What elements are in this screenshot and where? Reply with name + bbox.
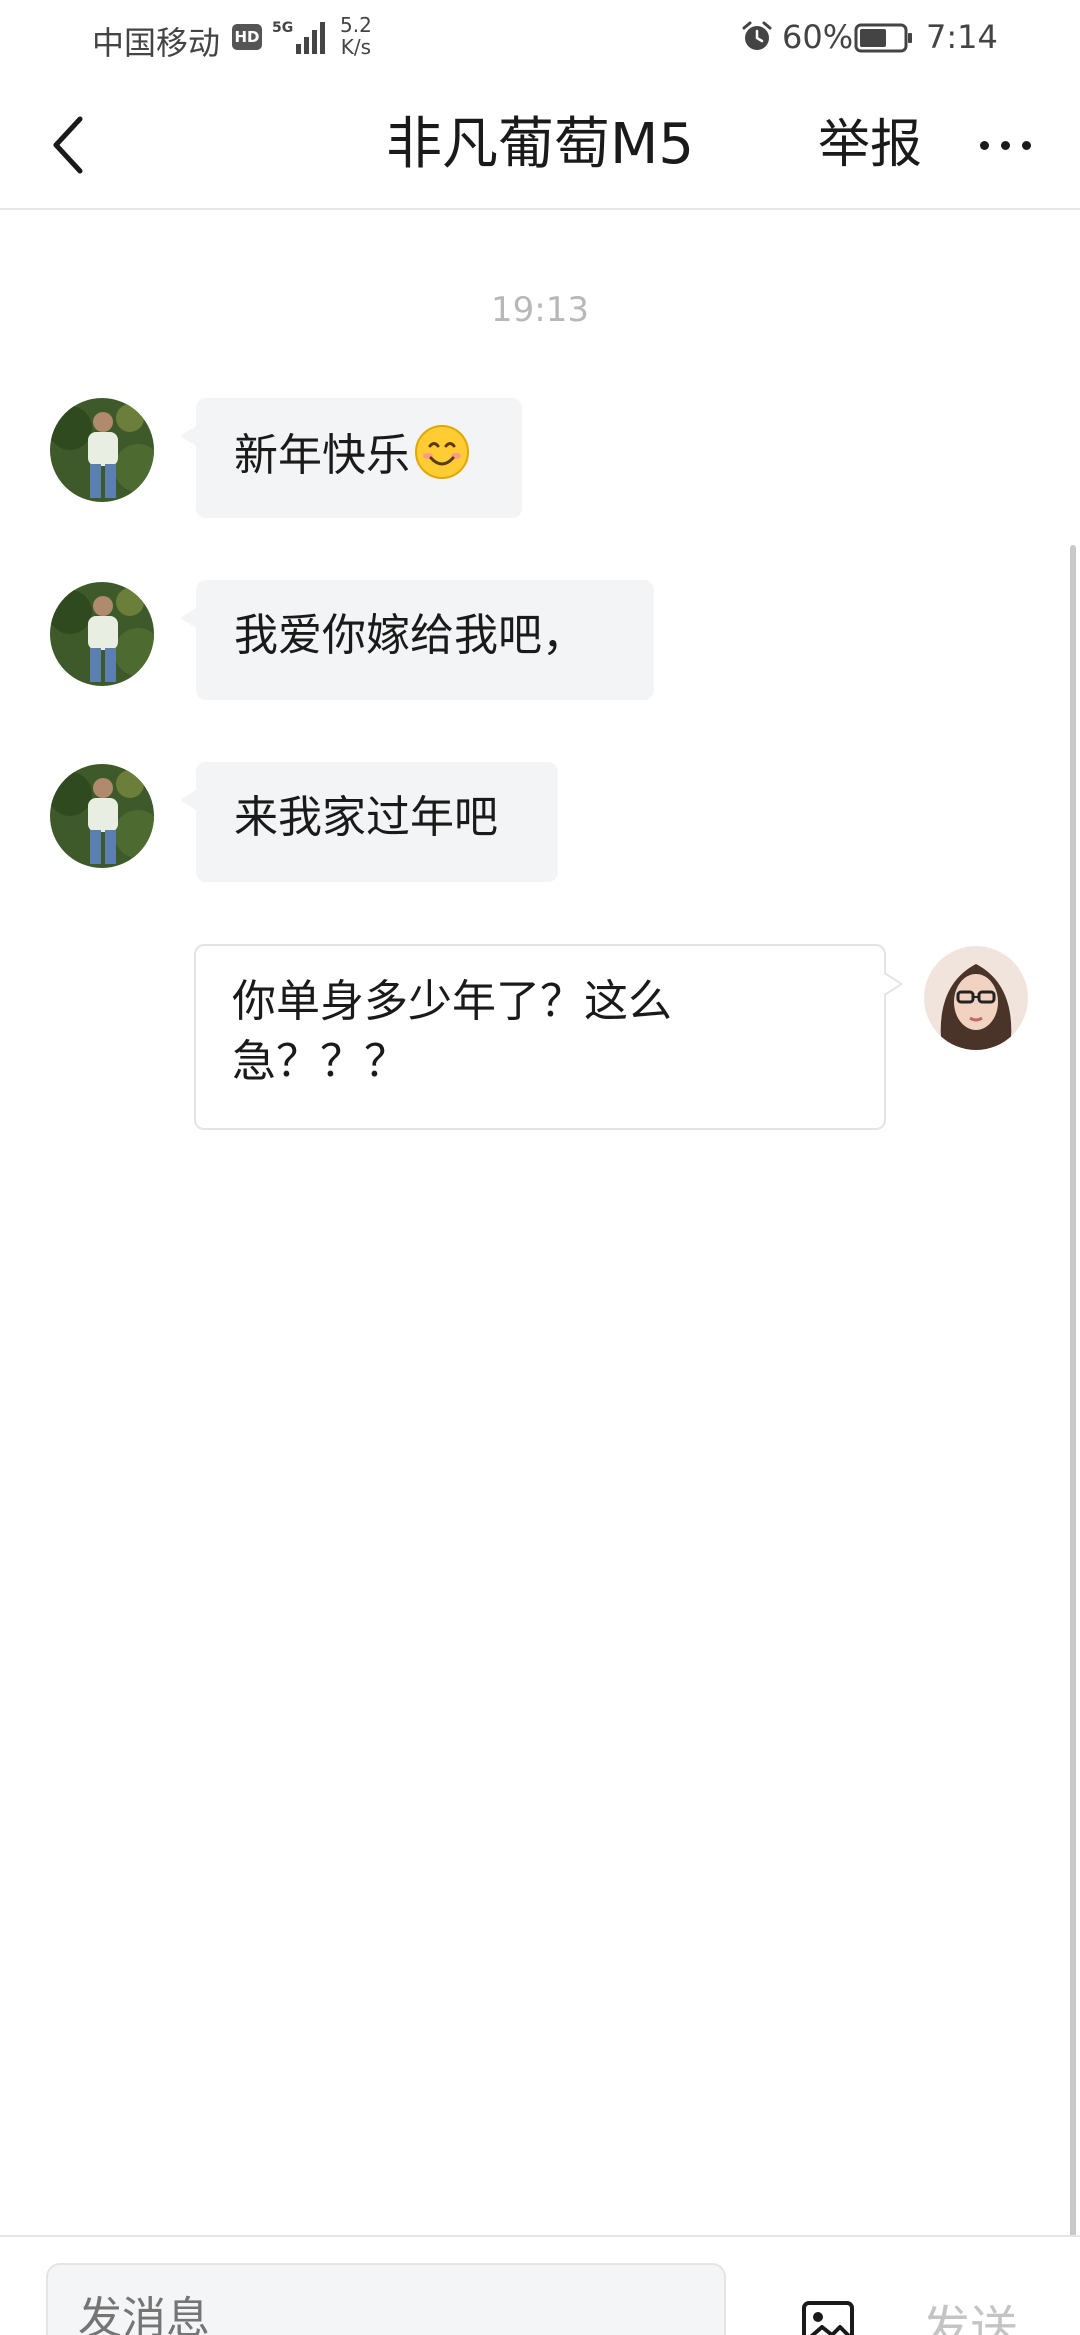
message-timestamp: 19:13 xyxy=(491,290,589,330)
my-avatar-image xyxy=(924,946,1028,1050)
message-text: 我爱你嫁给我吧， xyxy=(234,610,586,661)
incoming-message-bubble[interactable]: 我爱你嫁给我吧， xyxy=(180,580,654,700)
chat-header: 非凡葡萄M5 举报 xyxy=(0,80,1080,210)
incoming-message-bubble[interactable]: 新年快乐 xyxy=(180,398,522,518)
image-picker-icon[interactable] xyxy=(800,2297,856,2335)
contact-avatar-image xyxy=(50,398,154,502)
report-button[interactable]: 举报 xyxy=(818,110,922,180)
send-button[interactable]: 发送 xyxy=(922,2289,1018,2335)
message-text-line: 你单身多少年了？这么 xyxy=(232,976,672,1027)
carrier-label: 中国移动 xyxy=(92,24,221,62)
message-input-bar: 发送 xyxy=(0,2235,1080,2335)
incoming-message-bubble[interactable]: 来我家过年吧 xyxy=(180,762,558,882)
my-avatar[interactable] xyxy=(924,946,1028,1050)
battery-percentage: 60% xyxy=(782,18,854,56)
more-dot-icon xyxy=(1000,140,1010,150)
battery-icon xyxy=(854,23,912,53)
more-dot-icon xyxy=(979,140,989,150)
contact-avatar[interactable] xyxy=(50,582,154,686)
contact-avatar[interactable] xyxy=(50,398,154,502)
contact-avatar[interactable] xyxy=(50,764,154,868)
smiling-face-emoji-icon xyxy=(415,425,469,479)
alarm-icon xyxy=(742,21,772,50)
message-input[interactable] xyxy=(46,2263,726,2335)
network-speed: 5.2 K/s xyxy=(340,14,372,58)
contact-avatar-image xyxy=(50,582,154,686)
message-text: 新年快乐 xyxy=(234,430,410,481)
contact-avatar-image xyxy=(50,764,154,868)
scrollbar[interactable] xyxy=(1070,545,1076,2245)
status-bar: 中国移动 HD 5G 5.2 K/s 60% 7:14 xyxy=(0,0,1080,80)
outgoing-message-bubble[interactable]: 你单身多少年了？这么 急？？？ xyxy=(194,944,903,1130)
hd-badge: HD xyxy=(232,24,262,50)
message-text-line: 急？？？ xyxy=(232,1036,408,1087)
network-speed-value: 5.2 xyxy=(340,13,372,37)
more-dot-icon xyxy=(1021,140,1031,150)
message-text: 来我家过年吧 xyxy=(234,792,498,843)
network-speed-unit: K/s xyxy=(340,35,372,59)
clock: 7:14 xyxy=(926,18,998,56)
more-options-button[interactable] xyxy=(970,110,1040,180)
signal-icon xyxy=(288,20,325,54)
